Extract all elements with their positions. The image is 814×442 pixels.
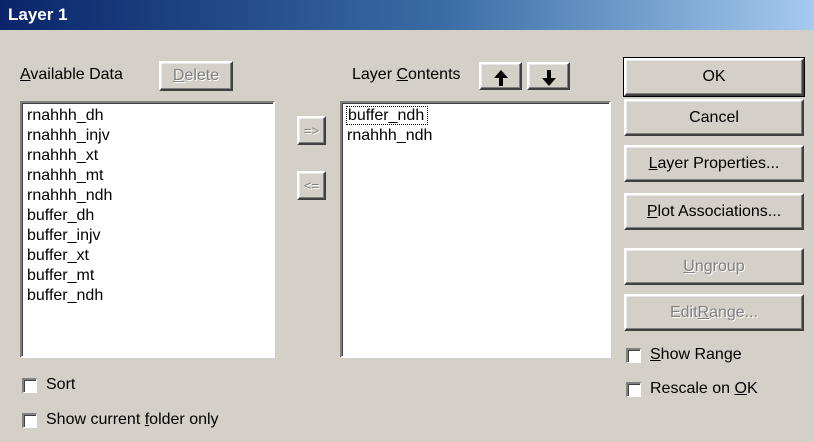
sort-label: Sort [46, 376, 76, 393]
layer-contents-label: Layer Contents [352, 66, 461, 83]
list-item[interactable]: buffer_mt [22, 266, 273, 286]
list-item[interactable]: rnahhh_dh [22, 106, 273, 126]
move-down-button[interactable] [527, 62, 570, 90]
show-current-folder-label: Show current folder only [46, 411, 219, 428]
sort-checkbox[interactable]: Sort [22, 376, 75, 394]
plot-associations-button[interactable]: Plot Associations... [624, 193, 804, 230]
cancel-button[interactable]: Cancel [624, 99, 804, 136]
list-item[interactable]: buffer_ndh [342, 106, 609, 126]
list-item[interactable]: buffer_dh [22, 206, 273, 226]
list-item[interactable]: rnahhh_xt [22, 146, 273, 166]
checkbox-box[interactable] [22, 412, 37, 428]
rescale-on-ok-checkbox[interactable]: Rescale on OK [626, 380, 758, 398]
delete-button[interactable]: Delete [159, 61, 233, 91]
layer-properties-button[interactable]: Layer Properties... [624, 145, 804, 182]
window-title: Layer 1 [8, 5, 68, 24]
add-to-layer-button[interactable]: => [297, 116, 326, 145]
arrow-down-icon [541, 70, 556, 86]
show-range-label: Show Range [650, 346, 742, 363]
layer-dialog: Layer 1 Available Data Delete rnahhh_dh … [0, 0, 814, 442]
checkbox-box[interactable] [626, 347, 641, 363]
list-item[interactable]: buffer_ndh [22, 286, 273, 306]
ungroup-button[interactable]: Ungroup [624, 248, 804, 285]
move-up-button[interactable] [479, 62, 522, 90]
show-current-folder-checkbox[interactable]: Show current folder only [22, 411, 219, 429]
list-item[interactable]: rnahhh_ndh [342, 126, 609, 146]
show-range-checkbox[interactable]: Show Range [626, 346, 742, 364]
rescale-on-ok-label: Rescale on OK [650, 380, 758, 397]
list-item[interactable]: buffer_injv [22, 226, 273, 246]
list-item[interactable]: rnahhh_mt [22, 166, 273, 186]
list-item[interactable]: rnahhh_injv [22, 126, 273, 146]
edit-range-button[interactable]: Edit Range... [624, 294, 804, 331]
title-bar[interactable]: Layer 1 [0, 0, 814, 30]
arrow-up-icon [493, 70, 508, 86]
ok-button[interactable]: OK [623, 57, 805, 97]
list-item[interactable]: rnahhh_ndh [22, 186, 273, 206]
checkbox-box[interactable] [626, 381, 641, 397]
checkbox-box[interactable] [22, 377, 37, 393]
available-data-list[interactable]: rnahhh_dh rnahhh_injv rnahhh_xt rnahhh_m… [20, 101, 275, 358]
list-item[interactable]: buffer_xt [22, 246, 273, 266]
layer-contents-list[interactable]: buffer_ndh rnahhh_ndh [340, 101, 611, 358]
remove-from-layer-button[interactable]: <= [297, 171, 326, 200]
available-data-label: Available Data [20, 66, 123, 83]
